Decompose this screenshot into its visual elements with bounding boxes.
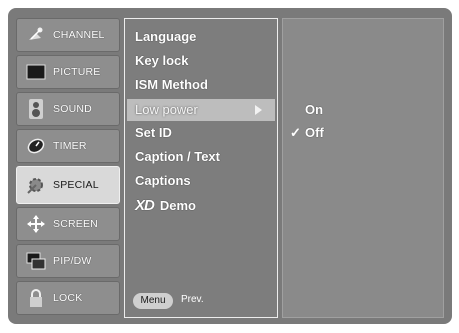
menu-item-set-id[interactable]: Set ID <box>135 125 172 140</box>
menu-item-low-power[interactable]: Low power <box>135 102 198 117</box>
tab-timer[interactable]: TIMER <box>16 129 120 163</box>
pip-windows-icon <box>25 250 47 272</box>
menu-item-language[interactable]: Language <box>135 29 196 44</box>
option-off[interactable]: Off <box>305 125 324 140</box>
submenu-arrow-icon <box>255 105 262 115</box>
tab-sound[interactable]: SOUND <box>16 92 120 126</box>
tab-label: CHANNEL <box>53 29 105 41</box>
option-on[interactable]: On <box>305 102 323 117</box>
speaker-icon <box>25 98 47 120</box>
low-power-options: On ✓ Off <box>282 18 444 318</box>
tv-screen-icon <box>25 61 47 83</box>
special-submenu: Language Key lock ISM Method Low power S… <box>124 18 278 318</box>
lock-icon <box>25 287 47 309</box>
gear-icon <box>25 174 47 196</box>
nav-hint-bar: Menu Prev. <box>129 291 273 313</box>
tab-lock[interactable]: LOCK <box>16 281 120 315</box>
menu-item-captions[interactable]: Captions <box>135 173 191 188</box>
tab-label: TIMER <box>53 140 87 152</box>
tab-label: PICTURE <box>53 66 101 78</box>
tab-channel[interactable]: CHANNEL <box>16 18 120 52</box>
satellite-dish-icon <box>25 24 47 46</box>
menu-button[interactable]: Menu <box>133 293 173 309</box>
menu-item-xd-demo[interactable]: XD Demo <box>135 197 196 214</box>
checkmark-icon: ✓ <box>290 125 301 140</box>
tab-label: LOCK <box>53 292 83 304</box>
tab-pip-dw[interactable]: PIP/DW <box>16 244 120 278</box>
clock-icon <box>25 135 47 157</box>
move-arrows-icon <box>25 213 47 235</box>
category-tabs: CHANNEL PICTURE SOUND TIMER SPECIAL SCRE… <box>16 18 120 318</box>
menu-item-key-lock[interactable]: Key lock <box>135 53 188 68</box>
tab-label: SOUND <box>53 103 92 115</box>
tab-screen[interactable]: SCREEN <box>16 207 120 241</box>
tab-label: SCREEN <box>53 218 98 230</box>
xd-logo: XD <box>135 197 155 214</box>
tab-special[interactable]: SPECIAL <box>16 166 120 204</box>
tab-picture[interactable]: PICTURE <box>16 55 120 89</box>
demo-label: Demo <box>159 198 196 213</box>
menu-item-ism-method[interactable]: ISM Method <box>135 77 208 92</box>
tab-label: PIP/DW <box>53 255 92 267</box>
menu-item-caption-text[interactable]: Caption / Text <box>135 149 220 164</box>
prev-label: Prev. <box>181 294 204 305</box>
tab-label: SPECIAL <box>53 179 99 191</box>
